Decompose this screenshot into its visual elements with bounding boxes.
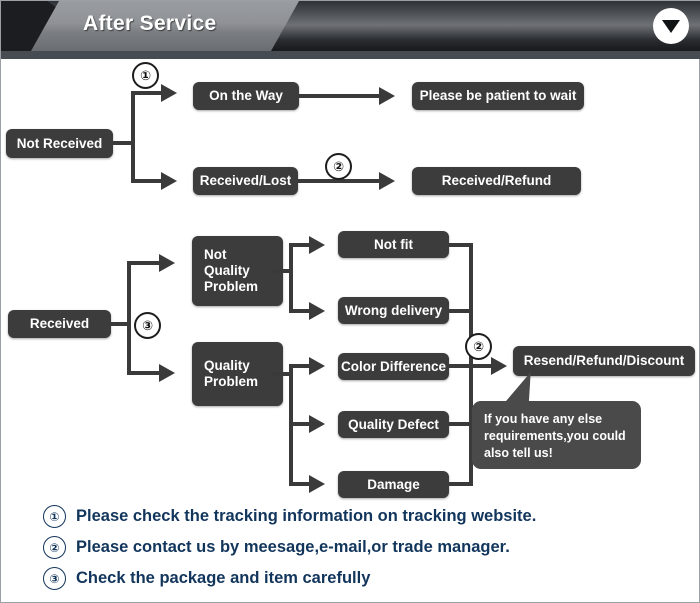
note-item: ③ Check the package and item carefully [1, 563, 700, 594]
after-service-infographic: After Service Not Received ① On the Way … [0, 0, 700, 603]
arrow-to-outcome [491, 357, 507, 375]
arrow-to-received-refund [379, 172, 395, 190]
arrow-to-not-quality-problem [159, 254, 175, 272]
arrow-to-wrong-delivery [309, 302, 325, 320]
flow-box-received-refund[interactable]: Received/Refund [412, 167, 581, 195]
notes-list: ① Please check the tracking information … [1, 501, 700, 594]
flow-box-not-quality-problem[interactable]: Not Quality Problem [192, 236, 283, 306]
arrow-to-received-lost [161, 172, 177, 190]
note-marker: ② [43, 536, 66, 559]
connector-on-the-way-to-wait [299, 94, 384, 98]
arrow-to-not-fit [309, 236, 325, 254]
flow-box-received[interactable]: Received [8, 310, 111, 338]
header-underline [1, 51, 700, 59]
arrow-to-quality-problem [159, 364, 175, 382]
arrow-to-quality-defect [309, 415, 325, 433]
flow-box-damage[interactable]: Damage [338, 471, 449, 498]
flow-box-not-received[interactable]: Not Received [6, 129, 113, 158]
flow-box-resend-refund-discount[interactable]: Resend/Refund/Discount [513, 346, 695, 376]
flow-box-received-lost[interactable]: Received/Lost [193, 167, 298, 195]
arrow-to-on-the-way [161, 84, 177, 102]
note-item: ② Please contact us by meesage,e-mail,or… [1, 532, 700, 563]
connector-to-quality [127, 371, 161, 375]
flow-box-quality-problem[interactable]: Quality Problem [192, 342, 283, 406]
connector-received-vertical [127, 263, 131, 375]
connector-to-not-quality [127, 261, 161, 265]
note-text: Please check the tracking information on… [76, 507, 537, 525]
note-text: Check the package and item carefully [76, 569, 371, 587]
flow-box-not-fit[interactable]: Not fit [338, 231, 449, 258]
page-title: After Service [83, 12, 217, 35]
connector-branch-a [131, 91, 163, 95]
marker-2-top: ② [325, 153, 352, 180]
flow-box-please-be-patient[interactable]: Please be patient to wait [412, 82, 584, 110]
triangle-down-icon [662, 20, 680, 33]
arrow-to-damage [309, 475, 325, 493]
note-text: Please contact us by meesage,e-mail,or t… [76, 538, 510, 556]
note-item: ① Please check the tracking information … [1, 501, 700, 532]
flow-box-wrong-delivery[interactable]: Wrong delivery [338, 297, 449, 324]
flow-box-on-the-way[interactable]: On the Way [193, 82, 299, 110]
note-marker: ③ [43, 567, 66, 590]
connector-nq-vertical [289, 243, 293, 313]
connector-branch-b [131, 179, 163, 183]
note-marker: ① [43, 505, 66, 528]
marker-2-merge: ② [465, 333, 492, 360]
speech-bubble: If you have any else requirements,you co… [472, 401, 641, 469]
marker-3-bottom: ③ [134, 312, 161, 339]
header-banner: After Service [1, 1, 700, 51]
collapse-button[interactable] [653, 8, 689, 44]
connector-root-vertical [131, 93, 135, 183]
arrow-to-please-wait [379, 87, 395, 105]
arrow-to-color-difference [309, 357, 325, 375]
flow-box-color-difference[interactable]: Color Difference [338, 353, 449, 380]
marker-1-top: ① [132, 62, 159, 89]
flow-box-quality-defect[interactable]: Quality Defect [338, 411, 449, 438]
